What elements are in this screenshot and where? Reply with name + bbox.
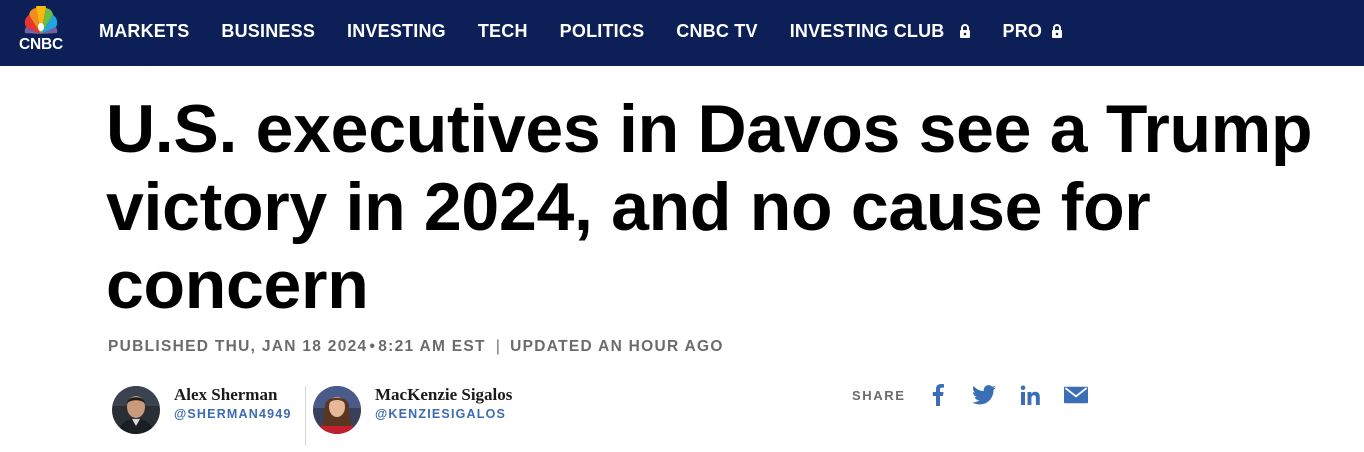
author-handle[interactable]: @KENZIESIGALOS bbox=[375, 407, 506, 421]
nav-item-label: INVESTING bbox=[347, 20, 446, 41]
published-time: 8:21 AM EST bbox=[378, 338, 486, 355]
avatar[interactable] bbox=[112, 386, 160, 434]
email-share-button[interactable] bbox=[1063, 383, 1088, 407]
main-nav: MARKETS BUSINESS INVESTING TECH POLITICS… bbox=[99, 0, 1095, 64]
nav-item-tech[interactable]: TECH bbox=[478, 21, 528, 42]
twitter-icon bbox=[971, 385, 996, 405]
lock-icon bbox=[1052, 24, 1063, 38]
nav-item-label: PRO bbox=[1002, 20, 1043, 41]
author-handle[interactable]: @SHERMAN4949 bbox=[174, 407, 292, 421]
timestamp-dot: • bbox=[369, 338, 377, 355]
published-date: PUBLISHED THU, JAN 18 2024 bbox=[108, 338, 368, 355]
nav-item-label: POLITICS bbox=[559, 20, 645, 41]
nav-item-pro[interactable]: PRO bbox=[1003, 21, 1064, 42]
peacock-icon bbox=[24, 6, 58, 34]
email-icon bbox=[1063, 386, 1088, 404]
logo-text: CNBC bbox=[19, 36, 63, 53]
nav-item-markets[interactable]: MARKETS bbox=[99, 21, 189, 42]
facebook-share-button[interactable] bbox=[926, 383, 950, 407]
nav-item-label: TECH bbox=[477, 20, 528, 41]
share-bar: SHARE bbox=[852, 380, 1110, 410]
nav-item-investing-club[interactable]: INVESTING CLUB bbox=[790, 21, 971, 42]
top-navigation-bar: CNBC MARKETS BUSINESS INVESTING TECH POL… bbox=[0, 0, 1364, 66]
updated-time: UPDATED AN HOUR AGO bbox=[510, 338, 724, 355]
twitter-share-button[interactable] bbox=[971, 383, 996, 407]
nav-item-investing[interactable]: INVESTING bbox=[347, 21, 446, 42]
article-kicker[interactable]: DAVOS WEF bbox=[108, 60, 212, 74]
nav-item-label: MARKETS bbox=[99, 20, 190, 41]
nav-item-label: INVESTING CLUB bbox=[789, 20, 945, 41]
linkedin-icon bbox=[1020, 385, 1040, 405]
article-timestamp: PUBLISHED THU, JAN 18 2024 • 8:21 AM EST | U… bbox=[108, 338, 724, 356]
nav-item-politics[interactable]: POLITICS bbox=[560, 21, 645, 42]
author-name[interactable]: MacKenzie Sigalos bbox=[375, 385, 512, 405]
cnbc-logo[interactable]: CNBC bbox=[12, 6, 70, 54]
facebook-icon bbox=[932, 384, 944, 406]
nav-item-cnbc-tv[interactable]: CNBC TV bbox=[676, 21, 757, 42]
lock-icon bbox=[959, 24, 970, 38]
nav-item-label: BUSINESS bbox=[221, 20, 316, 41]
article-headline: U.S. executives in Davos see a Trump vic… bbox=[106, 91, 1313, 323]
nav-item-business[interactable]: BUSINESS bbox=[221, 21, 315, 42]
nav-item-label: CNBC TV bbox=[676, 20, 758, 41]
author-name[interactable]: Alex Sherman bbox=[174, 385, 277, 405]
timestamp-separator: | bbox=[495, 338, 502, 355]
linkedin-share-button[interactable] bbox=[1018, 383, 1042, 407]
avatar[interactable] bbox=[313, 386, 361, 434]
author-divider bbox=[305, 386, 306, 446]
share-label: SHARE bbox=[852, 387, 906, 403]
